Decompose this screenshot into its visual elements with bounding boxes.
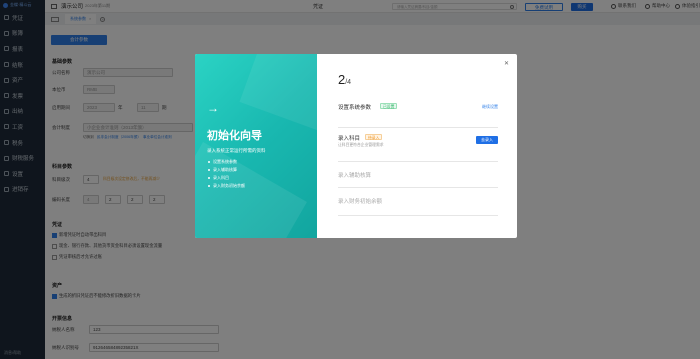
list-item: 录入科目 [208,174,245,182]
step-total: /4 [345,79,352,86]
step-name: 录入辅助核算 [338,173,372,179]
step-label: 录入辅助核算 [213,167,237,172]
go-enter-button[interactable]: 去录入 [476,136,498,144]
continue-setup-link[interactable]: 继续设置 [482,104,498,110]
step-row-system-params: 设置系统参数 已设置 继续设置 [338,94,498,128]
step-label: 录入财务初始余额 [213,183,245,188]
step-description: 让科目更符合企业管理需求 [338,143,384,147]
init-wizard-modal: → 初始化向导 录入系统正常运行所需的资料 设置系统参数 录入辅助核算 录入科目… [195,54,517,238]
step-label: 设置系统参数 [213,159,237,164]
bullet-icon [208,185,210,187]
list-item: 录入辅助核算 [208,166,245,174]
wizard-steps-list: 设置系统参数 录入辅助核算 录入科目 录入财务初始余额 [208,158,245,190]
wizard-steps-panel: ✕ 2/4 设置系统参数 已设置 继续设置 录入科目 待录入 让科目更符合企业管… [317,54,517,238]
step-name: 录入财务初始余额 [338,199,383,205]
bullet-icon [208,177,210,179]
wizard-subtitle: 录入系统正常运行所需的资料 [207,148,266,153]
wizard-title: 初始化向导 [207,130,262,142]
step-name: 设置系统参数 [338,105,372,111]
step-row-subjects: 录入科目 待录入 让科目更符合企业管理需求 去录入 [338,128,498,162]
step-name: 录入科目 [338,136,361,142]
step-counter: 2/4 [338,72,351,87]
step-label: 录入科目 [213,175,229,180]
wizard-intro-panel: → 初始化向导 录入系统正常运行所需的资料 设置系统参数 录入辅助核算 录入科目… [195,54,381,238]
close-icon[interactable]: ✕ [504,60,509,67]
list-item: 设置系统参数 [208,158,245,166]
step-row-aux: 录入辅助核算 [338,162,498,188]
arrow-right-icon: → [207,101,219,115]
decoration [195,142,307,238]
list-item: 录入财务初始余额 [208,182,245,190]
status-badge: 已设置 [380,103,398,109]
bullet-icon [208,161,210,163]
bullet-icon [208,169,210,171]
step-row-balance: 录入财务初始余额 [338,188,498,216]
status-badge: 待录入 [365,134,383,140]
